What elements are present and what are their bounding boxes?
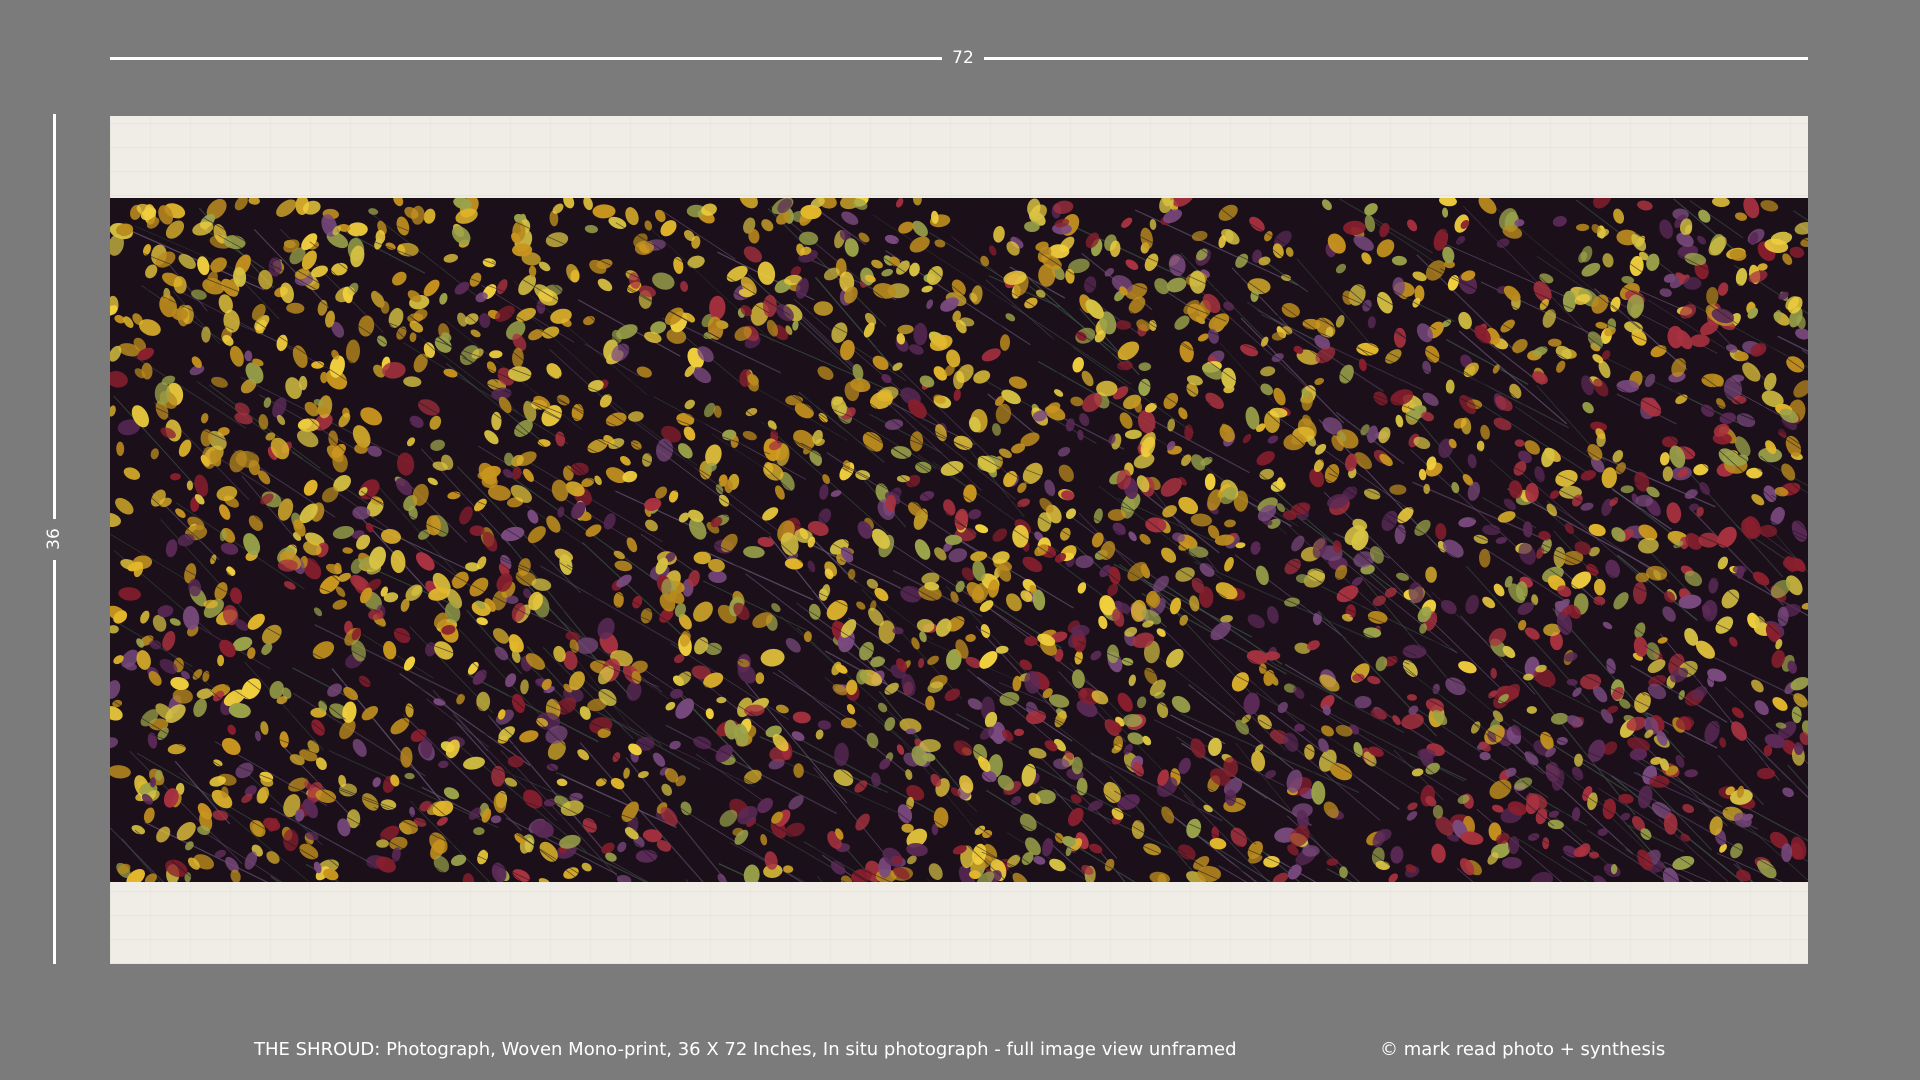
width-dimension-line-left [110,57,942,60]
height-dimension-line-bottom [53,560,56,964]
height-dimension-line: 36 [44,114,64,964]
leaf-print-band [110,198,1808,882]
width-dimension-label: 72 [952,48,974,68]
height-dimension-line-top [53,114,56,519]
copyright-credit: © mark read photo + synthesis [1380,1039,1666,1060]
width-dimension-line: 72 [110,48,1808,68]
height-dimension-label: 36 [44,528,64,550]
leaf-pattern [110,198,1808,882]
artwork-caption: THE SHROUD: Photograph, Woven Mono-print… [254,1039,1237,1060]
width-dimension-line-right [984,57,1808,60]
artwork-image [110,116,1808,964]
